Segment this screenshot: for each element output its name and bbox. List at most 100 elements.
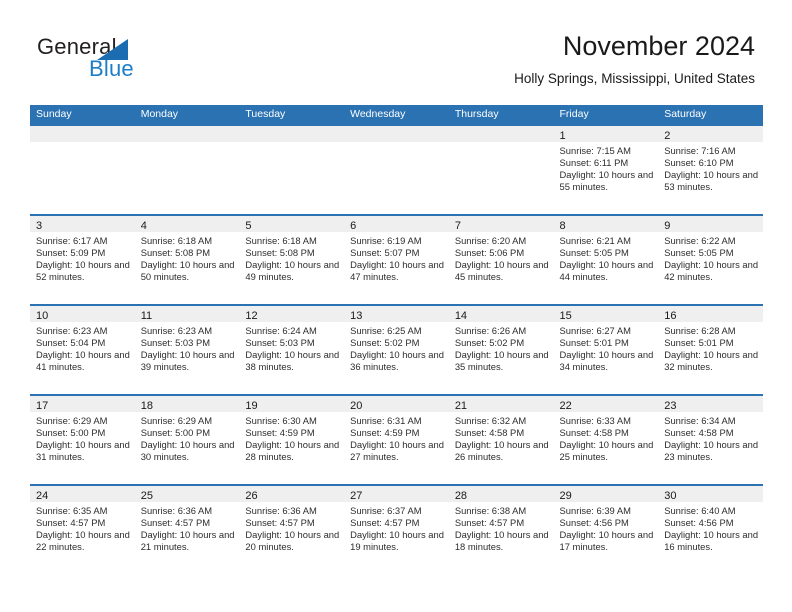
day-number-band: 10 bbox=[30, 306, 135, 322]
day-number: 21 bbox=[454, 400, 468, 412]
day-number-band: 7 bbox=[448, 216, 554, 232]
day-number-band: 2 bbox=[658, 126, 763, 142]
calendar-day-cell[interactable]: 17 Sunrise: 6:29 AM Sunset: 5:00 PM Dayligh… bbox=[30, 394, 135, 484]
daylight-text: Daylight: 10 hours and 38 minutes. bbox=[245, 349, 340, 373]
calendar-day-cell[interactable]: 29 Sunrise: 6:39 AM Sunset: 4:56 PM Dayligh… bbox=[553, 484, 659, 574]
day-number-band: 4 bbox=[134, 216, 240, 232]
sunrise-text: Sunrise: 6:23 AM bbox=[36, 325, 108, 336]
weekday-header-friday: Friday bbox=[559, 108, 589, 120]
day-details: Sunrise: 6:23 AM Sunset: 5:04 PM Daylight:… bbox=[30, 322, 135, 373]
weekday-header-sunday: Sunday bbox=[36, 108, 72, 120]
sunset-text: Sunset: 4:59 PM bbox=[350, 427, 420, 439]
day-details: Sunrise: 6:19 AM Sunset: 5:07 PM Daylight:… bbox=[344, 232, 449, 283]
calendar-day-cell[interactable]: 3 Sunrise: 6:17 AM Sunset: 5:09 PM Daylight… bbox=[30, 214, 135, 304]
sunset-text: Sunset: 5:07 PM bbox=[350, 247, 420, 259]
calendar-day-cell[interactable]: 12 Sunrise: 6:24 AM Sunset: 5:03 PM Dayligh… bbox=[239, 304, 345, 394]
day-number-band: 13 bbox=[344, 306, 449, 322]
calendar-day-cell[interactable]: 27 Sunrise: 6:37 AM Sunset: 4:57 PM Dayligh… bbox=[344, 484, 449, 574]
calendar-day-cell[interactable]: 8 Sunrise: 6:21 AM Sunset: 5:05 PM Daylight… bbox=[553, 214, 659, 304]
calendar-day-cell[interactable]: 10 Sunrise: 6:23 AM Sunset: 5:04 PM Dayligh… bbox=[30, 304, 135, 394]
calendar-day-cell[interactable]: 11 Sunrise: 6:23 AM Sunset: 5:03 PM Dayligh… bbox=[134, 304, 240, 394]
sunrise-text: Sunrise: 6:29 AM bbox=[36, 415, 108, 426]
day-number-band: 27 bbox=[344, 486, 449, 502]
calendar-day-cell-empty bbox=[134, 124, 240, 214]
daylight-text: Daylight: 10 hours and 47 minutes. bbox=[350, 259, 444, 283]
title-block: November 2024 Holly Springs, Mississippi… bbox=[514, 30, 755, 87]
sunrise-text: Sunrise: 6:31 AM bbox=[350, 415, 422, 426]
calendar-day-cell-empty bbox=[30, 124, 135, 214]
calendar-day-cell[interactable]: 14 Sunrise: 6:26 AM Sunset: 5:02 PM Dayligh… bbox=[448, 304, 554, 394]
day-number-band: 12 bbox=[239, 306, 345, 322]
daylight-text: Daylight: 10 hours and 36 minutes. bbox=[350, 349, 444, 373]
calendar-day-cell[interactable]: 7 Sunrise: 6:20 AM Sunset: 5:06 PM Daylight… bbox=[448, 214, 554, 304]
sunset-text: Sunset: 5:02 PM bbox=[350, 337, 420, 349]
day-number-band: 1 bbox=[553, 126, 659, 142]
calendar-day-cell[interactable]: 25 Sunrise: 6:36 AM Sunset: 4:57 PM Dayligh… bbox=[134, 484, 240, 574]
day-number: 29 bbox=[559, 490, 572, 502]
day-number-band: 5 bbox=[239, 216, 345, 232]
daylight-text: Daylight: 10 hours and 20 minutes. bbox=[245, 529, 340, 553]
calendar-day-cell[interactable]: 16 Sunrise: 6:28 AM Sunset: 5:01 PM Dayligh… bbox=[658, 304, 763, 394]
calendar-day-cell[interactable]: 2 Sunrise: 7:16 AM Sunset: 6:10 PM Daylight… bbox=[658, 124, 763, 214]
calendar-day-cell[interactable]: 21 Sunrise: 6:32 AM Sunset: 4:58 PM Dayligh… bbox=[448, 394, 554, 484]
calendar-day-cell[interactable]: 26 Sunrise: 6:36 AM Sunset: 4:57 PM Dayligh… bbox=[239, 484, 345, 574]
day-details: Sunrise: 6:21 AM Sunset: 5:05 PM Daylight:… bbox=[554, 232, 659, 283]
calendar-day-cell[interactable]: 18 Sunrise: 6:29 AM Sunset: 5:00 PM Dayligh… bbox=[134, 394, 240, 484]
sunset-text: Sunset: 5:04 PM bbox=[36, 337, 106, 349]
sunset-text: Sunset: 6:10 PM bbox=[664, 157, 734, 169]
daylight-text: Daylight: 10 hours and 27 minutes. bbox=[350, 439, 444, 463]
calendar-day-cell[interactable]: 20 Sunrise: 6:31 AM Sunset: 4:59 PM Dayligh… bbox=[344, 394, 449, 484]
calendar-day-cell[interactable]: 30 Sunrise: 6:40 AM Sunset: 4:56 PM Dayligh… bbox=[658, 484, 763, 574]
day-number: 2 bbox=[664, 130, 671, 142]
sunset-text: Sunset: 5:02 PM bbox=[454, 337, 525, 349]
weekday-header-wednesday: Wednesday bbox=[350, 108, 406, 120]
calendar-day-cell[interactable]: 15 Sunrise: 6:27 AM Sunset: 5:01 PM Dayligh… bbox=[553, 304, 659, 394]
day-details: Sunrise: 6:18 AM Sunset: 5:08 PM Daylight:… bbox=[239, 232, 344, 283]
day-details: Sunrise: 6:38 AM Sunset: 4:57 PM Daylight:… bbox=[449, 502, 554, 553]
daylight-text: Daylight: 10 hours and 49 minutes. bbox=[245, 259, 340, 283]
day-details: Sunrise: 6:31 AM Sunset: 4:59 PM Daylight:… bbox=[344, 412, 449, 463]
calendar-day-cell[interactable]: 5 Sunrise: 6:18 AM Sunset: 5:08 PM Daylight… bbox=[239, 214, 345, 304]
daylight-text: Daylight: 10 hours and 55 minutes. bbox=[559, 169, 654, 193]
daylight-text: Daylight: 10 hours and 26 minutes. bbox=[454, 439, 549, 463]
daylight-text: Daylight: 10 hours and 41 minutes. bbox=[36, 349, 130, 373]
day-number: 30 bbox=[664, 490, 677, 502]
sunrise-text: Sunrise: 6:36 AM bbox=[245, 505, 317, 516]
day-number: 22 bbox=[559, 400, 572, 412]
sunrise-text: Sunrise: 6:40 AM bbox=[664, 505, 736, 516]
daylight-text: Daylight: 10 hours and 44 minutes. bbox=[559, 259, 654, 283]
day-number: 1 bbox=[559, 130, 566, 142]
day-details: Sunrise: 6:40 AM Sunset: 4:56 PM Daylight:… bbox=[658, 502, 763, 553]
calendar-day-cell[interactable]: 1 Sunrise: 7:15 AM Sunset: 6:11 PM Daylight… bbox=[553, 124, 659, 214]
day-details: Sunrise: 6:35 AM Sunset: 4:57 PM Daylight:… bbox=[30, 502, 135, 553]
day-details: Sunrise: 7:15 AM Sunset: 6:11 PM Daylight:… bbox=[554, 142, 659, 193]
calendar-day-cell[interactable]: 22 Sunrise: 6:33 AM Sunset: 4:58 PM Dayligh… bbox=[553, 394, 659, 484]
day-number-band: 16 bbox=[658, 306, 763, 322]
calendar-day-cell[interactable]: 6 Sunrise: 6:19 AM Sunset: 5:07 PM Daylight… bbox=[344, 214, 449, 304]
sunset-text: Sunset: 4:58 PM bbox=[664, 427, 734, 439]
calendar-day-cell[interactable]: 28 Sunrise: 6:38 AM Sunset: 4:57 PM Dayligh… bbox=[448, 484, 554, 574]
calendar-day-cell[interactable]: 23 Sunrise: 6:34 AM Sunset: 4:58 PM Dayligh… bbox=[658, 394, 763, 484]
daylight-text: Daylight: 10 hours and 50 minutes. bbox=[140, 259, 235, 283]
daylight-text: Daylight: 10 hours and 17 minutes. bbox=[559, 529, 654, 553]
day-details: Sunrise: 6:39 AM Sunset: 4:56 PM Daylight:… bbox=[554, 502, 659, 553]
day-number-band bbox=[239, 126, 345, 142]
sunset-text: Sunset: 4:59 PM bbox=[245, 427, 315, 439]
sunrise-text: Sunrise: 6:18 AM bbox=[245, 235, 317, 246]
calendar-day-cell[interactable]: 9 Sunrise: 6:22 AM Sunset: 5:05 PM Daylight… bbox=[658, 214, 763, 304]
general-blue-logo[interactable]: General Blue bbox=[37, 34, 207, 86]
sunrise-text: Sunrise: 6:24 AM bbox=[245, 325, 317, 336]
day-number-band: 9 bbox=[658, 216, 763, 232]
calendar-week-row: 1 Sunrise: 7:15 AM Sunset: 6:11 PM Daylight… bbox=[30, 124, 763, 214]
calendar-day-cell[interactable]: 19 Sunrise: 6:30 AM Sunset: 4:59 PM Dayligh… bbox=[239, 394, 345, 484]
sunrise-text: Sunrise: 6:22 AM bbox=[664, 235, 736, 246]
day-details: Sunrise: 6:27 AM Sunset: 5:01 PM Daylight:… bbox=[554, 322, 659, 373]
calendar-day-cell[interactable]: 4 Sunrise: 6:18 AM Sunset: 5:08 PM Daylight… bbox=[134, 214, 240, 304]
sunset-text: Sunset: 5:03 PM bbox=[140, 337, 211, 349]
day-number: 20 bbox=[350, 400, 363, 412]
sunset-text: Sunset: 5:00 PM bbox=[140, 427, 211, 439]
sunrise-text: Sunrise: 6:26 AM bbox=[454, 325, 527, 336]
calendar-day-cell[interactable]: 24 Sunrise: 6:35 AM Sunset: 4:57 PM Dayligh… bbox=[30, 484, 135, 574]
calendar-day-cell[interactable]: 13 Sunrise: 6:25 AM Sunset: 5:02 PM Dayligh… bbox=[344, 304, 449, 394]
sunset-text: Sunset: 4:56 PM bbox=[664, 517, 734, 529]
